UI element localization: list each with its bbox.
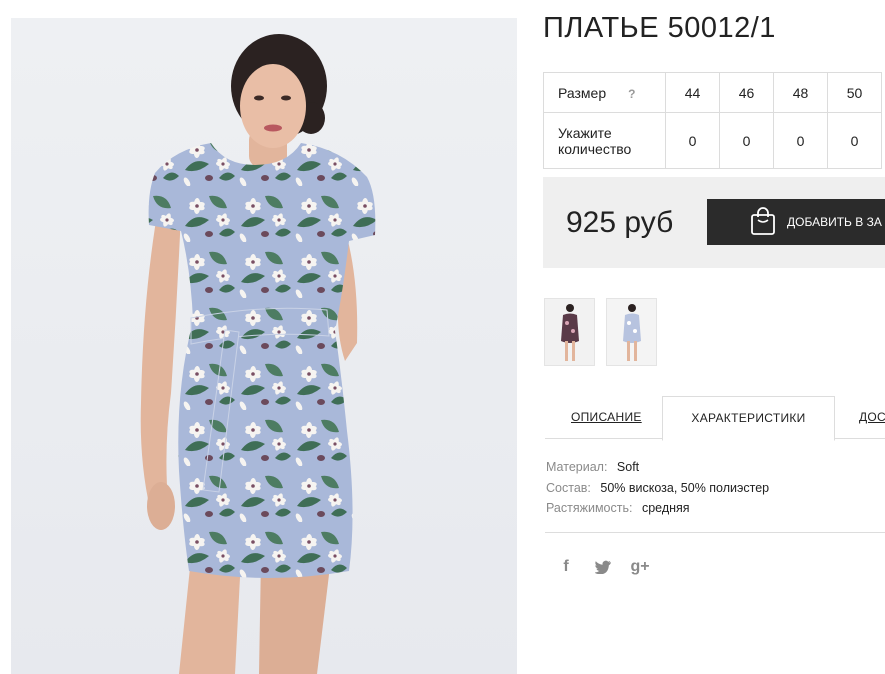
tab-description[interactable]: ОПИСАНИЕ [571, 396, 642, 438]
tab-delivery-label: ДОСТ [859, 410, 885, 424]
size-44: 44 [665, 72, 720, 113]
spec-row-composition: Состав: 50% вискоза, 50% полиэстер [546, 478, 769, 499]
qty-input-44[interactable]: 0 [665, 112, 720, 169]
specs-list: Материал: Soft Состав: 50% вискоза, 50% … [546, 457, 769, 519]
size-label-cell: Размер? [543, 72, 666, 113]
spec-value: Soft [616, 460, 640, 474]
spec-row-stretch: Растяжимость: средняя [546, 498, 769, 519]
tab-delivery[interactable]: ДОСТ [859, 396, 885, 438]
facebook-icon[interactable]: f [555, 556, 577, 578]
qty-input-46[interactable]: 0 [719, 112, 774, 169]
size-50: 50 [827, 72, 882, 113]
spec-value: средняя [641, 501, 690, 515]
spec-row-material: Материал: Soft [546, 457, 769, 478]
spec-key: Состав: [546, 480, 591, 495]
spec-key: Материал: [546, 460, 608, 474]
main-product-photo[interactable] [11, 18, 517, 674]
size-48: 48 [773, 72, 828, 113]
add-to-cart-button[interactable]: ДОБАВИТЬ В ЗА [707, 199, 885, 245]
tab-characteristics-label: ХАРАКТЕРИСТИКИ [691, 411, 806, 425]
tab-characteristics[interactable]: ХАРАКТЕРИСТИКИ [662, 396, 835, 441]
twitter-icon[interactable] [592, 556, 614, 578]
social-divider [545, 532, 885, 533]
size-table: Размер? 44 46 48 50 Укажите количество 0… [543, 72, 882, 169]
add-to-cart-label: ДОБАВИТЬ В ЗА [787, 215, 882, 229]
spec-key: Растяжимость: [546, 501, 633, 515]
product-title: ПЛАТЬЕ 50012/1 [543, 12, 776, 44]
qty-label-cell: Укажите количество [543, 112, 666, 169]
price-box: 925 руб ДОБАВИТЬ В ЗА [543, 177, 885, 268]
shopping-bag-icon [750, 206, 776, 239]
tab-description-label: ОПИСАНИЕ [571, 410, 642, 424]
size-label: Размер [558, 84, 607, 101]
qty-input-48[interactable]: 0 [773, 112, 828, 169]
qty-input-50[interactable]: 0 [827, 112, 882, 169]
thumbnail-1[interactable] [544, 298, 595, 366]
qty-label: Укажите количество [558, 124, 632, 157]
thumbnail-2[interactable] [606, 298, 657, 366]
size-46: 46 [719, 72, 774, 113]
size-help-icon[interactable]: ? [628, 87, 635, 101]
google-plus-icon[interactable]: g+ [629, 556, 651, 578]
spec-value: 50% вискоза, 50% полиэстер [600, 480, 770, 495]
price: 925 руб [566, 206, 674, 239]
